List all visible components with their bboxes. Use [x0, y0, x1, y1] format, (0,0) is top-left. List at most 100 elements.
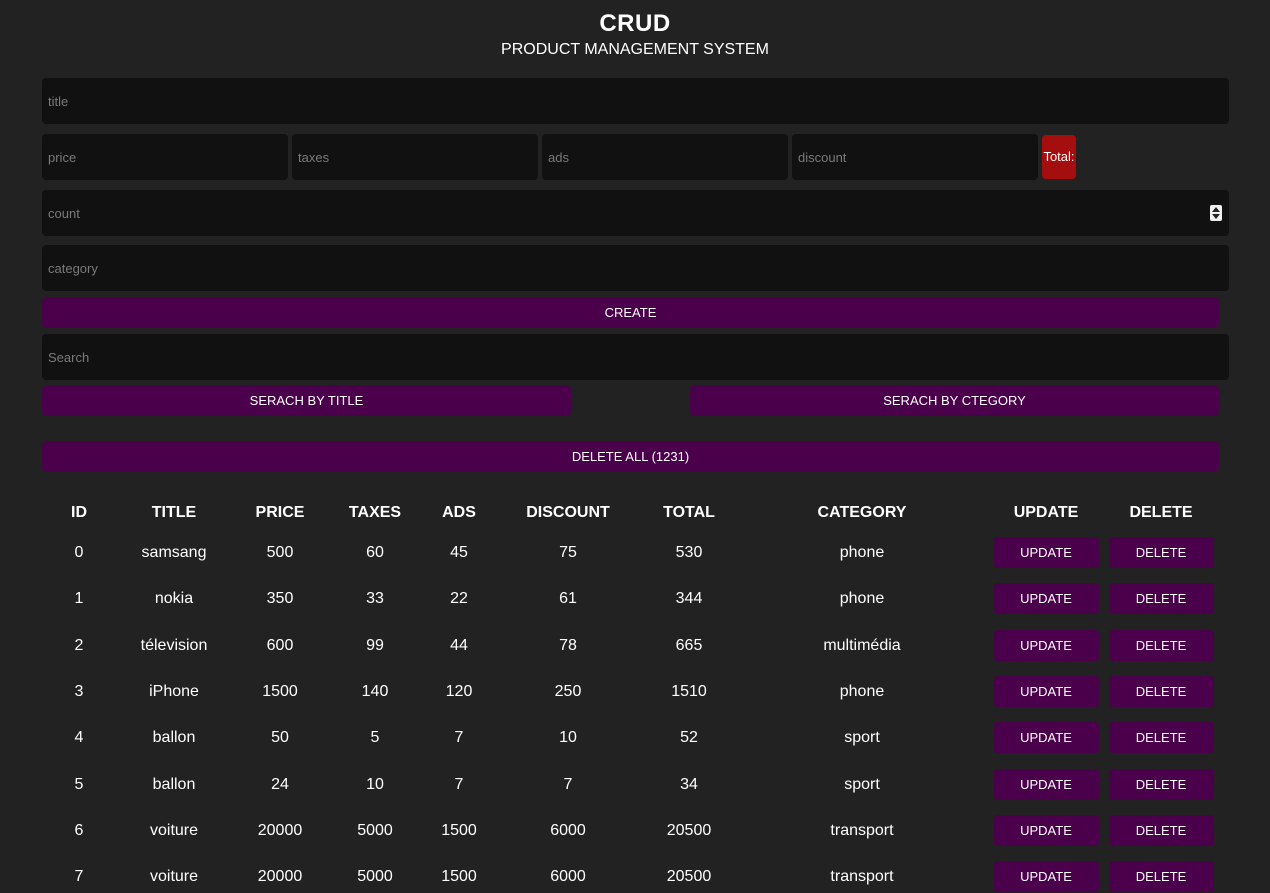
cell-id: 4 [74, 729, 84, 747]
cell-price: 50 [271, 729, 289, 747]
cell-total: 665 [675, 636, 703, 654]
cell-title: samsang [141, 544, 207, 561]
update-button[interactable]: UPDATE [993, 537, 1099, 568]
cell-taxes: 10 [366, 775, 384, 793]
count-spinner-icon[interactable] [1210, 205, 1222, 221]
cell-ads: 44 [450, 636, 468, 654]
cell-id: 7 [74, 868, 84, 886]
ads-input[interactable] [542, 134, 788, 180]
cell-discount: 75 [559, 544, 577, 561]
cell-discount: 6000 [550, 868, 586, 886]
cell-id: 2 [74, 636, 84, 654]
cell-category: transport [830, 868, 894, 886]
cell-id: 6 [74, 821, 84, 839]
update-button[interactable]: UPDATE [993, 675, 1099, 707]
cell-id: 1 [74, 590, 84, 608]
cell-total: 34 [680, 775, 698, 793]
update-button[interactable]: UPDATE [993, 814, 1099, 846]
delete-button[interactable]: DELETE [1108, 583, 1214, 615]
delete-button[interactable]: DELETE [1108, 814, 1214, 846]
total-badge: Total: [1042, 135, 1076, 179]
cell-price: 20000 [257, 868, 303, 886]
header: CRUD PRODUCT MANAGEMENT SYSTEM [0, 10, 1270, 61]
cell-ads: 7 [454, 775, 464, 793]
app-subtitle: PRODUCT MANAGEMENT SYSTEM [501, 41, 769, 58]
price-input[interactable] [42, 134, 288, 180]
header-total: TOTAL [663, 504, 715, 521]
cell-category: sport [844, 729, 880, 747]
header-update: UPDATE [1013, 504, 1079, 521]
cell-ads: 45 [450, 544, 468, 561]
crud-app: CRUD PRODUCT MANAGEMENT SYSTEM Total: CR… [0, 0, 1270, 893]
cell-title: ballon [152, 729, 196, 747]
update-button[interactable]: UPDATE [993, 861, 1099, 893]
title-input[interactable] [42, 78, 1229, 124]
header-price: PRICE [255, 504, 305, 521]
header-discount: DISCOUNT [526, 504, 610, 521]
delete-button[interactable]: DELETE [1108, 861, 1214, 893]
cell-title: iPhone [149, 682, 199, 700]
discount-input[interactable] [792, 134, 1038, 180]
delete-all-button[interactable]: DELETE ALL (1231) [42, 441, 1219, 472]
cell-total: 530 [675, 544, 703, 561]
search-input[interactable] [42, 334, 1229, 380]
cell-title: voiture [149, 821, 199, 839]
cell-category: phone [839, 590, 885, 608]
cell-total: 52 [680, 729, 698, 747]
search-by-title-button[interactable]: SERACH BY TITLE [42, 385, 571, 416]
cell-price: 1500 [262, 682, 298, 700]
cell-title: voiture [149, 868, 199, 886]
update-button[interactable]: UPDATE [993, 583, 1099, 615]
cell-discount: 7 [563, 775, 573, 793]
delete-button[interactable]: DELETE [1108, 675, 1214, 707]
delete-button[interactable]: DELETE [1108, 768, 1214, 800]
cell-price: 600 [266, 636, 294, 654]
count-input[interactable] [42, 190, 1229, 236]
cell-taxes: 60 [366, 544, 384, 561]
delete-button[interactable]: DELETE [1108, 629, 1214, 661]
header-delete: DELETE [1129, 504, 1193, 521]
cell-price: 20000 [257, 821, 303, 839]
header-title: TITLE [151, 504, 197, 521]
cell-total: 20500 [666, 868, 712, 886]
taxes-input[interactable] [292, 134, 538, 180]
cell-ads: 22 [450, 590, 468, 608]
cell-taxes: 140 [361, 682, 389, 700]
update-button[interactable]: UPDATE [993, 629, 1099, 661]
cell-id: 3 [74, 682, 84, 700]
cell-discount: 250 [554, 682, 582, 700]
delete-button[interactable]: DELETE [1108, 722, 1214, 754]
search-by-category-button[interactable]: SERACH BY CTEGORY [690, 385, 1219, 416]
header-id: ID [71, 504, 87, 521]
cell-price: 350 [266, 590, 294, 608]
update-button[interactable]: UPDATE [993, 768, 1099, 800]
cell-title: télevision [140, 636, 208, 654]
cell-taxes: 33 [366, 590, 384, 608]
cell-price: 24 [271, 775, 289, 793]
cell-title: ballon [152, 775, 196, 793]
cell-taxes: 5000 [357, 868, 393, 886]
header-category: CATEGORY [817, 504, 907, 521]
cell-category: multimédia [823, 636, 901, 654]
cell-total: 1510 [671, 682, 707, 700]
cell-taxes: 5000 [357, 821, 393, 839]
cell-discount: 6000 [550, 821, 586, 839]
update-button[interactable]: UPDATE [993, 722, 1099, 754]
cell-price: 500 [266, 544, 294, 561]
cell-category: sport [844, 775, 880, 793]
app-title: CRUD [599, 10, 671, 37]
cell-taxes: 99 [366, 636, 384, 654]
create-button[interactable]: CREATE [42, 297, 1219, 328]
cell-ads: 1500 [441, 868, 477, 886]
header-taxes: TAXES [348, 504, 402, 521]
cell-category: transport [830, 821, 894, 839]
delete-button[interactable]: DELETE [1108, 537, 1214, 568]
cell-id: 5 [74, 775, 84, 793]
cell-category: phone [839, 544, 885, 561]
category-input[interactable] [42, 245, 1229, 291]
header-ads: ADS [442, 504, 476, 521]
cell-taxes: 5 [370, 729, 380, 747]
cell-total: 344 [675, 590, 703, 608]
cell-id: 0 [74, 544, 84, 561]
cell-ads: 1500 [441, 821, 477, 839]
